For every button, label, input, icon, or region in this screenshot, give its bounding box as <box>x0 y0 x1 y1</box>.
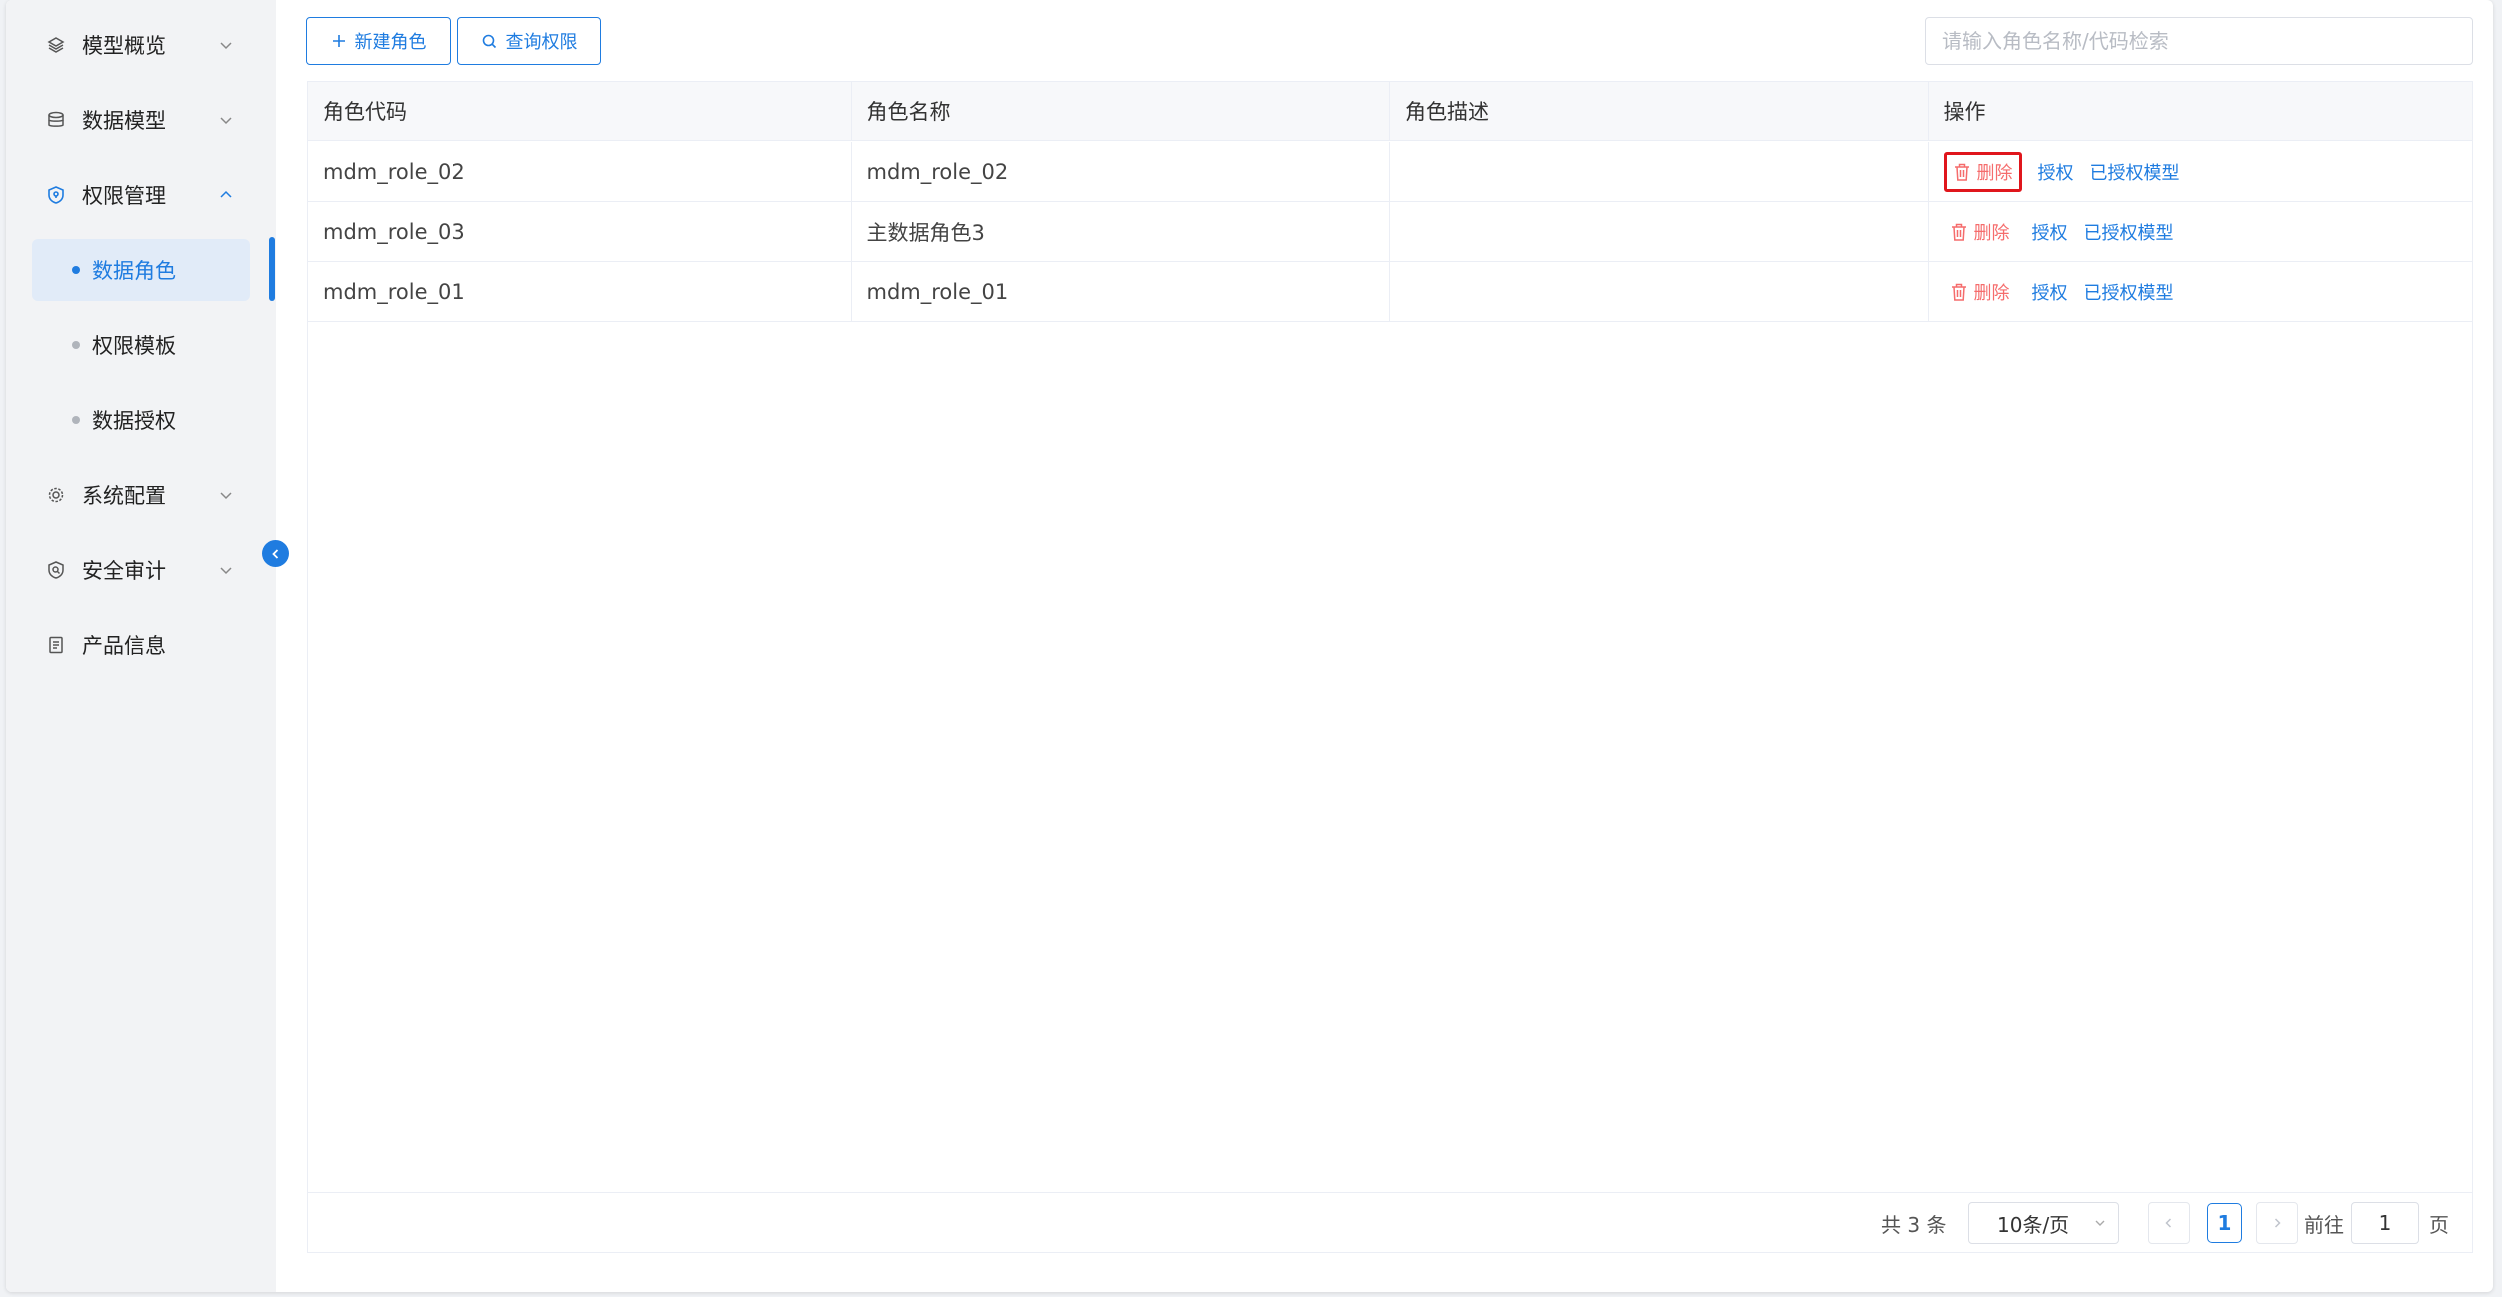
database-icon <box>42 106 70 134</box>
delete-label: 删除 <box>1973 282 2010 304</box>
plus-icon <box>332 35 345 47</box>
role-code-cell: mdm_role_02 <box>308 142 852 201</box>
sidebar-item-label: 权限管理 <box>82 184 166 208</box>
page-size-select[interactable]: 10条/页 <box>1968 1202 2119 1244</box>
sidebar-subitem-data-role[interactable]: 数据角色 <box>32 239 250 301</box>
sidebar-item-security-audit[interactable]: 安全审计 <box>28 539 258 601</box>
table-row: mdm_role_01 mdm_role_01 删除 授权 已授权模型 <box>308 262 2472 322</box>
trash-icon <box>1951 223 1966 241</box>
search-input[interactable] <box>1925 17 2473 65</box>
authorized-models-link[interactable]: 已授权模型 <box>2084 279 2174 305</box>
page-suffix: 页 <box>2429 1213 2449 1237</box>
role-desc-cell <box>1390 142 1929 201</box>
chevron-down-icon <box>220 567 232 575</box>
chevron-down-icon <box>220 42 232 50</box>
chevron-right-icon <box>2274 1218 2281 1228</box>
role-desc-cell <box>1390 262 1929 321</box>
shield-icon <box>42 181 70 209</box>
table-row: mdm_role_03 主数据角色3 删除 授权 已授权模型 <box>308 202 2472 262</box>
sidebar-item-product-info[interactable]: 产品信息 <box>28 614 258 676</box>
sidebar-item-label: 安全审计 <box>82 559 166 583</box>
page-size-value: 10条/页 <box>1997 1212 2070 1237</box>
chevron-down-icon <box>2095 1220 2105 1226</box>
document-icon <box>42 631 70 659</box>
prev-page-button[interactable] <box>2148 1202 2190 1244</box>
delete-button[interactable]: 删除 <box>1944 215 2016 249</box>
role-name-cell: mdm_role_02 <box>852 142 1390 201</box>
delete-label: 删除 <box>1973 222 2010 244</box>
query-permission-button[interactable]: 查询权限 <box>457 17 601 65</box>
delete-label: 删除 <box>1976 162 2013 184</box>
column-header: 角色名称 <box>852 82 1390 140</box>
chevron-left-icon <box>2165 1218 2172 1228</box>
column-header: 角色代码 <box>308 82 852 140</box>
active-indicator <box>269 237 275 301</box>
chevron-down-icon <box>220 117 232 125</box>
column-header: 操作 <box>1943 100 1986 124</box>
delete-button[interactable]: 删除 <box>1944 275 2016 309</box>
sidebar-item-label: 产品信息 <box>82 634 166 658</box>
pagination: 共 3 条 10条/页 1 前往 页 <box>308 1192 2472 1252</box>
sidebar-item-permission-management[interactable]: 权限管理 <box>28 164 258 226</box>
query-permission-label: 查询权限 <box>505 32 578 53</box>
chevron-down-icon <box>220 492 232 500</box>
sidebar-item-label: 模型概览 <box>82 34 166 58</box>
settings-icon <box>42 481 70 509</box>
authorize-link[interactable]: 授权 <box>2032 219 2068 245</box>
role-code-cell: mdm_role_01 <box>308 262 852 321</box>
role-code-cell: mdm_role_03 <box>308 202 852 261</box>
trash-icon <box>1951 283 1966 301</box>
sidebar-subitem-label: 数据授权 <box>92 409 176 433</box>
bullet-dot <box>72 266 80 274</box>
actions-cell: 删除 授权 已授权模型 <box>1929 142 2473 201</box>
chevron-left-icon <box>271 548 278 559</box>
sidebar-item-label: 系统配置 <box>82 484 166 508</box>
table-header: 角色代码 角色名称 角色描述 操作 <box>308 82 2472 141</box>
sidebar: 模型概览 数据模型 权限管理 数据角色 权限模板 数据授权 系统配置 安全审计 … <box>6 0 276 1292</box>
chevron-up-icon <box>220 190 232 198</box>
new-role-label: 新建角色 <box>354 32 427 53</box>
total-count: 共 3 条 <box>1881 1213 1947 1237</box>
layers-icon <box>42 31 70 59</box>
sidebar-subitem-permission-template[interactable]: 权限模板 <box>32 314 250 376</box>
bullet-dot <box>72 341 80 349</box>
sidebar-subitem-data-authorization[interactable]: 数据授权 <box>32 389 250 451</box>
actions-cell: 删除 授权 已授权模型 <box>1929 262 2473 321</box>
table-row: mdm_role_02 mdm_role_02 删除 授权 已授权模型 <box>308 142 2472 202</box>
authorize-link[interactable]: 授权 <box>2038 159 2074 185</box>
next-page-button[interactable] <box>2256 1202 2298 1244</box>
audit-icon <box>42 556 70 584</box>
role-name-cell: 主数据角色3 <box>852 202 1390 261</box>
sidebar-item-label: 数据模型 <box>82 109 166 133</box>
authorized-models-link[interactable]: 已授权模型 <box>2090 159 2180 185</box>
authorized-models-link[interactable]: 已授权模型 <box>2084 219 2174 245</box>
actions-cell: 删除 授权 已授权模型 <box>1929 202 2473 261</box>
sidebar-subitem-label: 数据角色 <box>92 259 176 283</box>
role-table: 角色代码 角色名称 角色描述 操作 mdm_role_02 mdm_role_0… <box>307 81 2473 1253</box>
authorize-link[interactable]: 授权 <box>2032 279 2068 305</box>
sidebar-item-model-overview[interactable]: 模型概览 <box>28 14 258 76</box>
role-name-cell: mdm_role_01 <box>852 262 1390 321</box>
delete-button[interactable]: 删除 <box>1943 151 2022 192</box>
app-window: 模型概览 数据模型 权限管理 数据角色 权限模板 数据授权 系统配置 安全审计 … <box>6 0 2493 1292</box>
search-icon <box>482 34 496 48</box>
trash-icon <box>1954 163 1969 181</box>
new-role-button[interactable]: 新建角色 <box>306 17 451 65</box>
goto-label: 前往 <box>2304 1213 2344 1237</box>
goto-page-input[interactable] <box>2351 1202 2419 1244</box>
sidebar-item-system-config[interactable]: 系统配置 <box>28 464 258 526</box>
page-number-current[interactable]: 1 <box>2207 1203 2242 1243</box>
column-header: 角色描述 <box>1390 82 1929 140</box>
role-desc-cell <box>1390 202 1929 261</box>
sidebar-collapse-button[interactable] <box>262 540 289 567</box>
bullet-dot <box>72 416 80 424</box>
sidebar-item-data-model[interactable]: 数据模型 <box>28 89 258 151</box>
sidebar-subitem-label: 权限模板 <box>92 334 176 358</box>
